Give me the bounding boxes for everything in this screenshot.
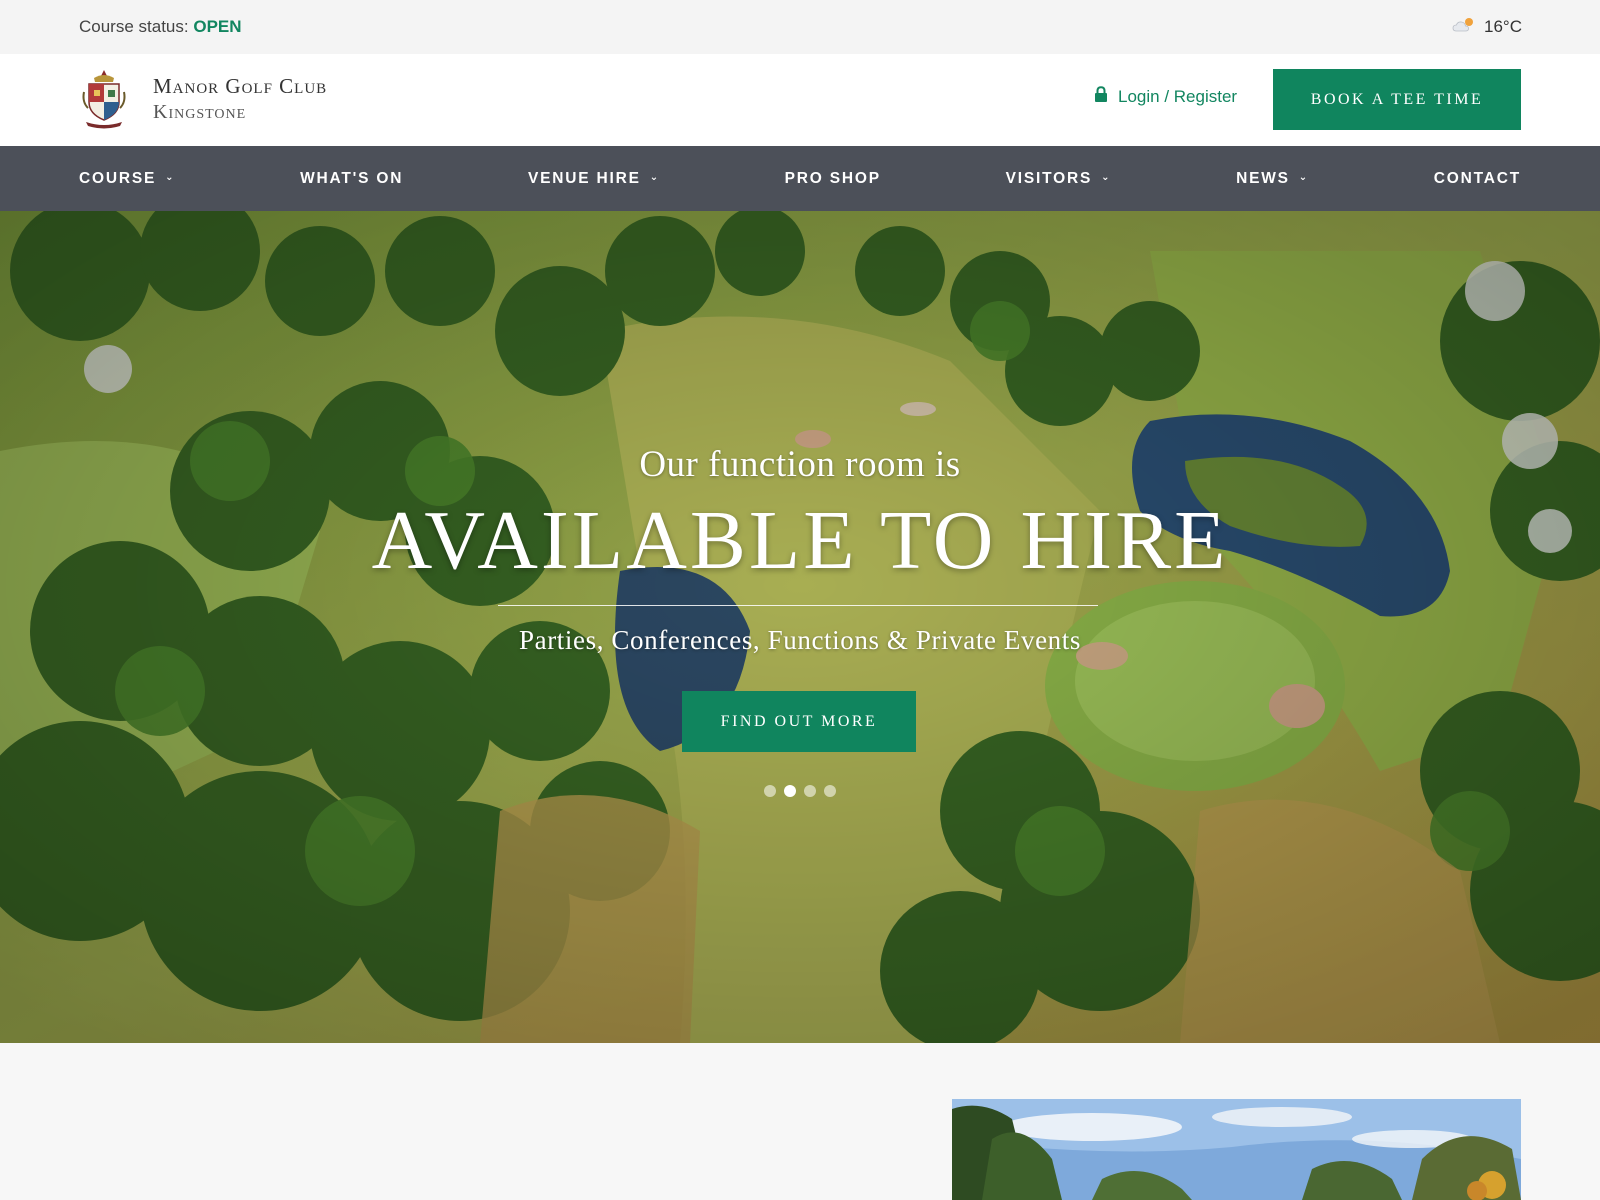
nav-item-label: WHAT'S ON — [300, 169, 404, 187]
chevron-down-icon: ⌄ — [649, 172, 660, 183]
site-header: Manor Golf Club Kingstone Login / Regist… — [0, 54, 1600, 146]
book-tee-time-button[interactable]: BOOK A TEE TIME — [1273, 69, 1521, 130]
nav-item-venue-hire[interactable]: VENUE HIRE ⌄ — [528, 170, 660, 188]
nav-item-label: VENUE HIRE — [527, 169, 641, 187]
login-register-label: Login / Register — [1118, 87, 1238, 106]
logo-club-name: Manor Golf Club — [153, 74, 328, 98]
nav-item-visitors[interactable]: VISITORS ⌄ — [1006, 170, 1112, 188]
login-register-link[interactable]: Login / Register — [1094, 86, 1237, 108]
course-status-label: Course status: — [79, 17, 189, 36]
nav-item-pro-shop[interactable]: PRO SHOP — [785, 170, 881, 188]
hero-subtitle: Parties, Conferences, Functions & Privat… — [519, 625, 1081, 655]
clubhouse-photo — [952, 1099, 1521, 1200]
nav-item-contact[interactable]: CONTACT — [1434, 170, 1521, 188]
logo-location: Kingstone — [153, 101, 247, 123]
hero-slider: Our function room is AVAILABLE TO HIRE P… — [0, 211, 1600, 1043]
weather-widget: 16°C — [1452, 17, 1522, 38]
nav-item-news[interactable]: NEWS ⌄ — [1236, 170, 1309, 188]
course-status-value: OPEN — [193, 17, 242, 36]
slider-dot[interactable] — [824, 785, 836, 797]
main-nav: COURSE ⌄ WHAT'S ON VENUE HIRE ⌄ PRO SHOP… — [0, 146, 1600, 211]
lock-icon — [1094, 86, 1108, 108]
logo-text: Manor Golf Club Kingstone — [153, 73, 327, 125]
chevron-down-icon: ⌄ — [1298, 172, 1309, 183]
chevron-down-icon: ⌄ — [165, 172, 176, 183]
nav-item-label: NEWS — [1236, 169, 1290, 187]
chevron-down-icon: ⌄ — [1101, 172, 1112, 183]
slider-dot[interactable] — [804, 785, 816, 797]
hero-divider — [498, 605, 1098, 606]
nav-item-whats-on[interactable]: WHAT'S ON — [300, 170, 403, 188]
partly-cloudy-icon — [1452, 17, 1476, 38]
nav-item-course[interactable]: COURSE ⌄ — [79, 170, 175, 188]
nav-item-label: PRO SHOP — [784, 169, 881, 187]
find-out-more-button[interactable]: FIND OUT MORE — [682, 691, 916, 752]
slider-dot-active[interactable] — [784, 785, 796, 797]
nav-item-label: CONTACT — [1433, 169, 1521, 187]
hero-content: Our function room is AVAILABLE TO HIRE P… — [0, 211, 1600, 1043]
slider-dot[interactable] — [764, 785, 776, 797]
hero-title: AVAILABLE TO HIRE — [371, 494, 1229, 587]
site-logo[interactable]: Manor Golf Club Kingstone — [80, 68, 327, 130]
course-status: Course status: OPEN — [79, 17, 242, 37]
utility-bar: Course status: OPEN 16°C — [0, 0, 1600, 54]
temperature: 16°C — [1484, 17, 1522, 36]
slider-dots — [764, 785, 836, 797]
nav-item-label: COURSE — [79, 169, 157, 187]
club-crest-icon — [80, 68, 128, 130]
nav-item-label: VISITORS — [1005, 169, 1093, 187]
content-section — [0, 1043, 1600, 1200]
hero-kicker: Our function room is — [639, 444, 961, 485]
